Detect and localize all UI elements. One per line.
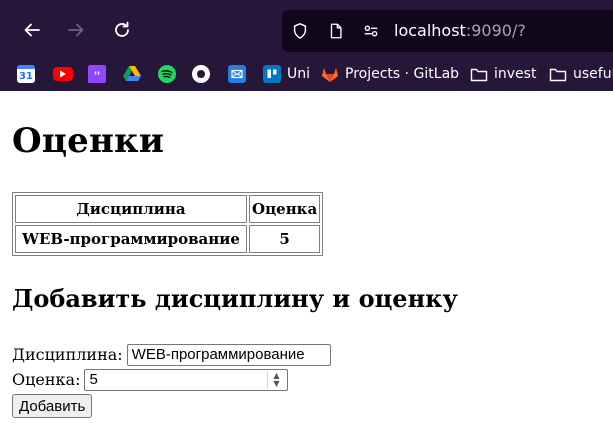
shield-icon[interactable] bbox=[290, 21, 310, 41]
arrow-left-icon bbox=[24, 23, 40, 37]
gitlab-icon bbox=[321, 65, 339, 83]
bookmark-mail[interactable] bbox=[228, 63, 246, 85]
permissions-icon[interactable] bbox=[361, 21, 381, 41]
spotify-icon bbox=[158, 65, 176, 83]
youtube-icon bbox=[53, 67, 73, 81]
google-drive-icon bbox=[123, 65, 141, 83]
trello-icon bbox=[263, 65, 281, 83]
add-grade-form: Дисциплина: Оценка: ▲ ▼ Добавить bbox=[12, 342, 331, 418]
spin-down-icon[interactable]: ▼ bbox=[273, 379, 279, 388]
mail-icon bbox=[228, 65, 246, 83]
table-cell-discipline: WEB-программирование bbox=[15, 225, 247, 253]
folder-icon bbox=[470, 65, 488, 83]
table-cell-grade: 5 bbox=[249, 225, 321, 253]
back-button[interactable] bbox=[15, 13, 49, 47]
bookmark-uni[interactable]: Uni bbox=[263, 63, 310, 85]
bookmark-folder-invest[interactable]: invest bbox=[470, 63, 536, 85]
bookmark-label: Projects · GitLab bbox=[345, 66, 460, 82]
number-spinner[interactable]: ▲ ▼ bbox=[267, 370, 284, 389]
discipline-input[interactable] bbox=[126, 343, 331, 366]
add-button[interactable]: Добавить bbox=[12, 394, 93, 418]
page-content: Оценки Дисциплина Оценка WEB-программиро… bbox=[0, 91, 613, 440]
arrow-right-icon bbox=[68, 23, 84, 37]
bookmarks-bar: 31 Uni Projects · GitLab invest useful bbox=[0, 60, 613, 88]
folder-icon bbox=[549, 65, 567, 83]
page-title: Оценки bbox=[12, 121, 165, 161]
grade-label: Оценка: bbox=[12, 370, 81, 389]
form-title: Добавить дисциплину и оценку bbox=[12, 284, 458, 313]
google-calendar-icon: 31 bbox=[17, 65, 35, 83]
grades-table: Дисциплина Оценка WEB-программирование 5 bbox=[12, 192, 324, 256]
bookmark-drive[interactable] bbox=[123, 63, 141, 85]
bookmark-github[interactable] bbox=[192, 63, 210, 85]
reload-icon bbox=[115, 21, 129, 37]
column-header-discipline: Дисциплина bbox=[15, 195, 247, 223]
twitch-icon bbox=[88, 65, 106, 83]
url-host: localhost bbox=[394, 21, 466, 40]
page-icon[interactable] bbox=[326, 21, 346, 41]
browser-toolbar: localhost:9090/? 31 Uni Projects · GitLa… bbox=[0, 0, 613, 91]
reload-button[interactable] bbox=[105, 13, 139, 47]
bookmark-youtube[interactable] bbox=[53, 63, 73, 85]
bookmark-label: useful bbox=[573, 66, 613, 82]
url-port-path: :9090/? bbox=[465, 21, 526, 40]
table-header-row: Дисциплина Оценка bbox=[15, 195, 321, 223]
bookmark-twitch[interactable] bbox=[88, 63, 106, 85]
discipline-label: Дисциплина: bbox=[12, 345, 123, 364]
bookmark-spotify[interactable] bbox=[158, 63, 176, 85]
url-text[interactable]: localhost:9090/? bbox=[394, 21, 526, 40]
github-icon bbox=[192, 65, 210, 83]
forward-button[interactable] bbox=[59, 13, 93, 47]
bookmark-folder-useful[interactable]: useful bbox=[549, 63, 613, 85]
grade-field: ▲ ▼ bbox=[84, 368, 289, 391]
column-header-grade: Оценка bbox=[249, 195, 321, 223]
grade-input[interactable] bbox=[84, 368, 289, 391]
address-bar[interactable]: localhost:9090/? bbox=[282, 10, 613, 52]
bookmark-label: invest bbox=[494, 66, 537, 82]
bookmark-gitlab[interactable]: Projects · GitLab bbox=[321, 63, 459, 85]
table-row: WEB-программирование 5 bbox=[15, 225, 321, 253]
bookmark-label: Uni bbox=[287, 66, 311, 82]
bookmark-calendar[interactable]: 31 bbox=[17, 63, 35, 85]
